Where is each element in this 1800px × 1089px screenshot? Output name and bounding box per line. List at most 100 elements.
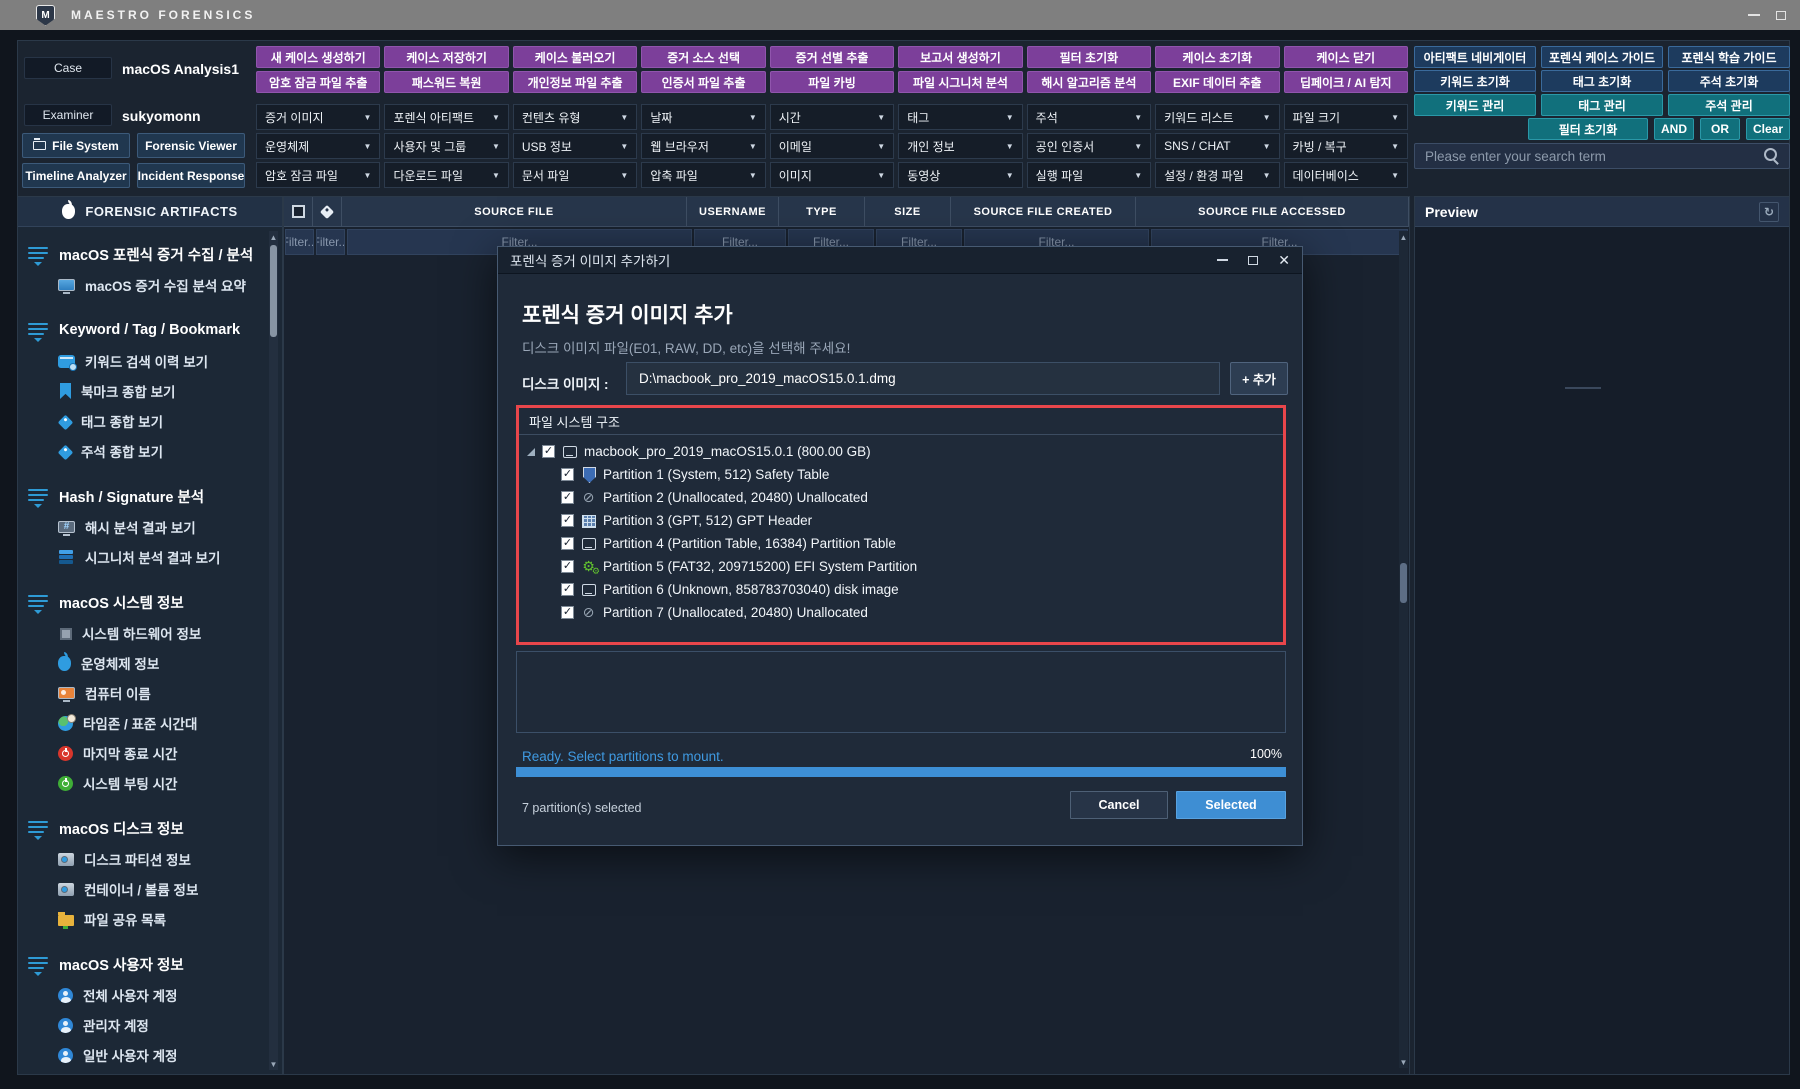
filter-dropdown[interactable]: 컨텐츠 유형 ▼ xyxy=(513,104,637,130)
toolbar-button[interactable]: 케이스 초기화 xyxy=(1155,46,1279,68)
toolbar-button[interactable]: 파일 카빙 xyxy=(770,71,894,93)
filter-dropdown[interactable]: 키워드 리스트 ▼ xyxy=(1155,104,1279,130)
manage-button[interactable]: 키워드 관리 xyxy=(1414,94,1536,116)
scrollbar-thumb[interactable] xyxy=(270,245,277,337)
search-input[interactable] xyxy=(1415,149,1763,164)
toolbar-button[interactable]: 케이스 닫기 xyxy=(1284,46,1408,68)
filter-dropdown[interactable]: 주석 ▼ xyxy=(1027,104,1151,130)
nav-timeline-analyzer-button[interactable]: Timeline Analyzer xyxy=(22,163,130,188)
selected-button[interactable]: Selected xyxy=(1176,791,1286,819)
guide-button[interactable]: 포렌식 케이스 가이드 xyxy=(1541,46,1663,68)
checkbox-checked-icon[interactable] xyxy=(561,606,574,619)
toolbar-button[interactable]: 암호 잠금 파일 추출 xyxy=(256,71,380,93)
filter-dropdown[interactable]: 태그 ▼ xyxy=(898,104,1022,130)
sidebar-item[interactable]: 시스템 부팅 시간 xyxy=(28,768,268,798)
sidebar-section[interactable]: macOS 포렌식 증거 수집 / 분석 xyxy=(28,238,268,270)
checkbox-checked-icon[interactable] xyxy=(542,445,555,458)
checkbox-checked-icon[interactable] xyxy=(561,583,574,596)
toolbar-button[interactable]: 패스워드 복원 xyxy=(384,71,508,93)
filter-dropdown[interactable]: USB 정보 ▼ xyxy=(513,133,637,159)
filter-dropdown[interactable]: 날짜 ▼ xyxy=(641,104,765,130)
filter-dropdown[interactable]: 카빙 / 복구 ▼ xyxy=(1284,133,1408,159)
nav-forensic-viewer-button[interactable]: Forensic Viewer xyxy=(137,133,245,158)
toolbar-button[interactable]: 딥페이크 / AI 탐지 xyxy=(1284,71,1408,93)
sidebar-item[interactable]: 컴퓨터 이름 xyxy=(28,678,268,708)
tag-column-header[interactable] xyxy=(313,197,342,226)
column-source-file[interactable]: SOURCE FILE xyxy=(342,197,687,226)
sidebar-item[interactable]: 마지막 종료 시간 xyxy=(28,738,268,768)
sidebar-item[interactable]: 관리자 계정 xyxy=(28,1010,268,1040)
filter-dropdown[interactable]: 설정 / 환경 파일 ▼ xyxy=(1155,162,1279,188)
filter-dropdown[interactable]: 운영체제 ▼ xyxy=(256,133,380,159)
sidebar-item[interactable]: 시스템 하드웨어 정보 xyxy=(28,618,268,648)
filter-dropdown[interactable]: 파일 크기 ▼ xyxy=(1284,104,1408,130)
table-scrollbar[interactable]: ▲ ▼ xyxy=(1399,231,1408,1068)
sidebar-section[interactable]: macOS 사용자 정보 xyxy=(28,948,268,980)
partition-row[interactable]: Partition 5 (FAT32, 209715200) EFI Syste… xyxy=(527,555,1283,578)
sidebar-item[interactable]: 컨테이너 / 볼륨 정보 xyxy=(28,874,268,904)
sidebar-item[interactable]: 키워드 검색 이력 보기 xyxy=(28,346,268,376)
partition-row[interactable]: Partition 3 (GPT, 512) GPT Header xyxy=(527,509,1283,532)
filter-dropdown[interactable]: 시간 ▼ xyxy=(770,104,894,130)
partition-row[interactable]: Partition 1 (System, 512) Safety Table xyxy=(527,463,1283,486)
window-minimize-icon[interactable] xyxy=(1748,14,1760,16)
filter-dropdown[interactable]: 암호 잠금 파일 ▼ xyxy=(256,162,380,188)
sidebar-section[interactable]: Keyword / Tag / Bookmark xyxy=(28,314,268,346)
toolbar-button[interactable]: 필터 초기화 xyxy=(1027,46,1151,68)
sidebar-item[interactable]: 주석 종합 보기 xyxy=(28,436,268,466)
guide-button[interactable]: 포렌식 학습 가이드 xyxy=(1668,46,1790,68)
toolbar-button[interactable]: 해시 알고리즘 분석 xyxy=(1027,71,1151,93)
checkbox-checked-icon[interactable] xyxy=(561,514,574,527)
filter-dropdown[interactable]: 압축 파일 ▼ xyxy=(641,162,765,188)
scroll-down-icon[interactable]: ▼ xyxy=(269,1058,278,1070)
sidebar-item[interactable]: 타임존 / 표준 시간대 xyxy=(28,708,268,738)
column-type[interactable]: TYPE xyxy=(779,197,865,226)
toolbar-button[interactable]: 인증서 파일 추출 xyxy=(641,71,765,93)
sidebar-item[interactable]: 운영체제 정보 xyxy=(28,648,268,678)
expander-icon[interactable] xyxy=(527,448,535,456)
filter-dropdown[interactable]: SNS / CHAT ▼ xyxy=(1155,133,1279,159)
clear-button[interactable]: Clear xyxy=(1746,118,1790,140)
filter-input[interactable]: Filter... xyxy=(285,229,314,255)
cancel-button[interactable]: Cancel xyxy=(1070,791,1168,819)
filter-dropdown[interactable]: 문서 파일 ▼ xyxy=(513,162,637,188)
sidebar-item[interactable]: 시그니처 분석 결과 보기 xyxy=(28,542,268,572)
filter-dropdown[interactable]: 웹 브라우저 ▼ xyxy=(641,133,765,159)
sidebar-section[interactable]: macOS 디스크 정보 xyxy=(28,812,268,844)
checkbox-checked-icon[interactable] xyxy=(561,468,574,481)
filter-dropdown[interactable]: 이메일 ▼ xyxy=(770,133,894,159)
reset-button[interactable]: 키워드 초기화 xyxy=(1414,70,1536,92)
partition-row[interactable]: Partition 6 (Unknown, 858783703040) disk… xyxy=(527,578,1283,601)
refresh-icon[interactable]: ↻ xyxy=(1759,202,1779,222)
column-source-file-accessed[interactable]: SOURCE FILE ACCESSED xyxy=(1136,197,1409,226)
toolbar-button[interactable]: 새 케이스 생성하기 xyxy=(256,46,380,68)
filter-dropdown[interactable]: 이미지 ▼ xyxy=(770,162,894,188)
scroll-down-icon[interactable]: ▼ xyxy=(1399,1056,1408,1068)
sidebar-item[interactable]: 전체 사용자 계정 xyxy=(28,980,268,1010)
manage-button[interactable]: 주석 관리 xyxy=(1668,94,1790,116)
sidebar-scrollbar[interactable]: ▲ ▼ xyxy=(269,231,278,1070)
scroll-up-icon[interactable]: ▲ xyxy=(1399,231,1408,243)
filter-dropdown[interactable]: 공인 인증서 ▼ xyxy=(1027,133,1151,159)
guide-button[interactable]: 아티팩트 네비게이터 xyxy=(1414,46,1536,68)
add-image-button[interactable]: + 추가 xyxy=(1230,362,1288,395)
scrollbar-thumb[interactable] xyxy=(1400,563,1407,603)
toolbar-button[interactable]: 파일 시그니처 분석 xyxy=(898,71,1022,93)
reset-button[interactable]: 태그 초기화 xyxy=(1541,70,1663,92)
nav-file-system-button[interactable]: File System xyxy=(22,133,130,158)
search-icon[interactable] xyxy=(1763,147,1781,165)
filter-dropdown[interactable]: 증거 이미지 ▼ xyxy=(256,104,380,130)
filter-dropdown[interactable]: 다운로드 파일 ▼ xyxy=(384,162,508,188)
column-source-file-created[interactable]: SOURCE FILE CREATED xyxy=(951,197,1136,226)
scroll-up-icon[interactable]: ▲ xyxy=(269,231,278,243)
dialog-minimize-icon[interactable] xyxy=(1217,259,1228,261)
sidebar-item[interactable]: 파일 공유 목록 xyxy=(28,904,268,934)
partition-row[interactable]: Partition 7 (Unallocated, 20480) Unalloc… xyxy=(527,601,1283,624)
toolbar-button[interactable]: 개인정보 파일 추출 xyxy=(513,71,637,93)
toolbar-button[interactable]: 케이스 저장하기 xyxy=(384,46,508,68)
nav-incident-response-button[interactable]: Incident Response xyxy=(137,163,245,188)
or-button[interactable]: OR xyxy=(1700,118,1740,140)
partition-row[interactable]: Partition 4 (Partition Table, 16384) Par… xyxy=(527,532,1283,555)
reset-button[interactable]: 주석 초기화 xyxy=(1668,70,1790,92)
toolbar-button[interactable]: 보고서 생성하기 xyxy=(898,46,1022,68)
